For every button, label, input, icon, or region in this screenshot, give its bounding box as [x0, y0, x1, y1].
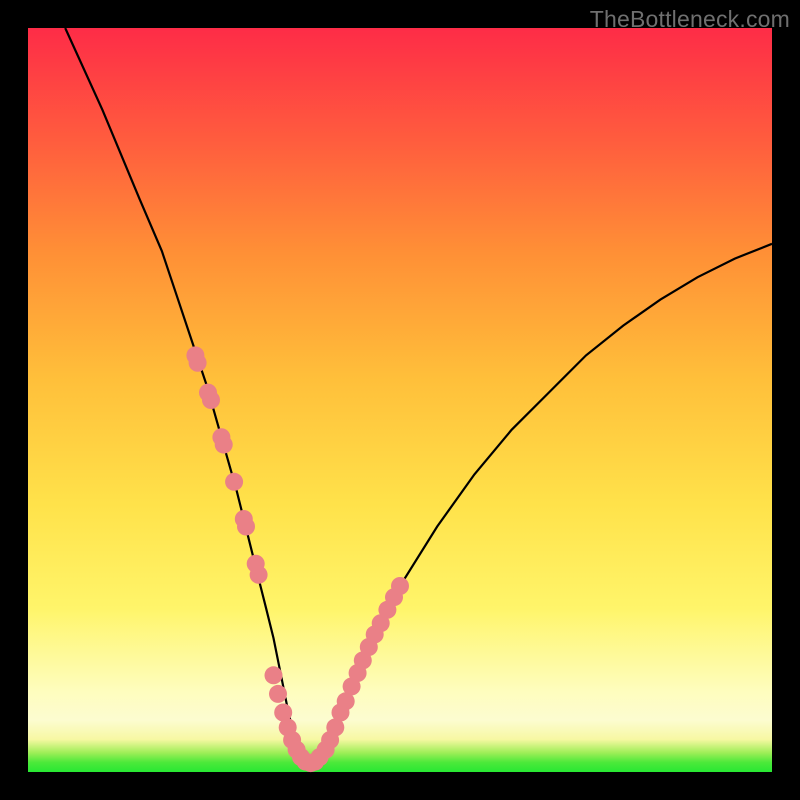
gpu-marker — [391, 577, 409, 595]
gpu-marker — [269, 685, 287, 703]
chart-plot-area — [28, 28, 772, 772]
gpu-marker-group — [186, 346, 409, 772]
watermark-text: TheBottleneck.com — [590, 6, 790, 33]
gpu-marker — [202, 391, 220, 409]
chart-svg — [28, 28, 772, 772]
gpu-marker — [237, 518, 255, 536]
gpu-marker — [225, 473, 243, 491]
bottleneck-curve — [65, 28, 772, 765]
gpu-marker — [265, 666, 283, 684]
gpu-marker — [215, 436, 233, 454]
gpu-marker — [250, 566, 268, 584]
gpu-marker — [189, 354, 207, 372]
